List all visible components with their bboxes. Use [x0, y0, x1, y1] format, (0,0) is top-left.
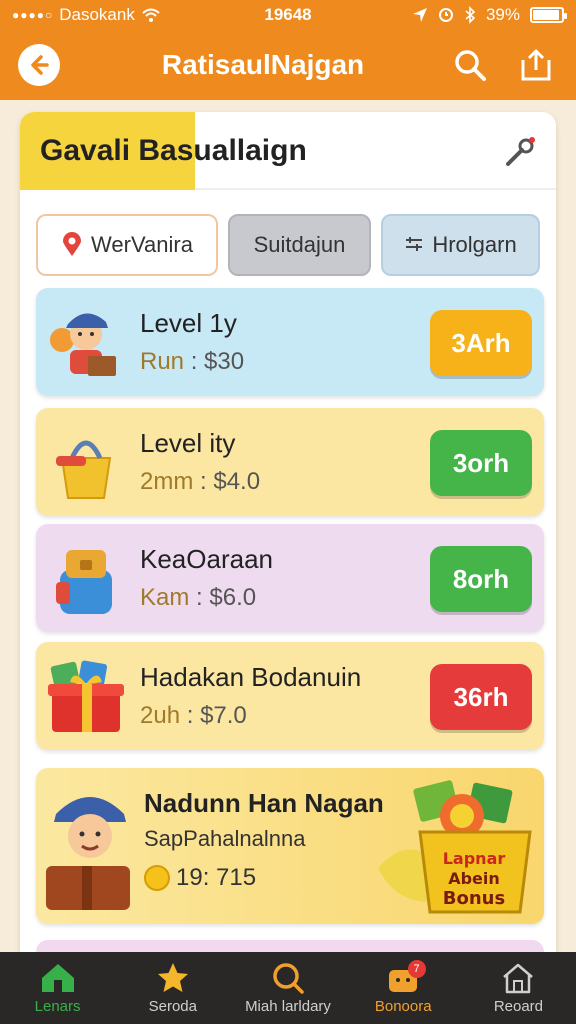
bucket-icon [56, 440, 112, 499]
item-name: KeaOaraan [140, 544, 273, 574]
location-pin-icon [63, 232, 82, 256]
home-icon [41, 963, 74, 992]
nav-item-profile[interactable]: Reoard [461, 952, 576, 1024]
back-button[interactable] [18, 44, 60, 86]
banner: Gavali Basuallaign [20, 112, 556, 190]
list-item[interactable]: Hadakan Bodanuin 2uh : $7.0 36rh [36, 642, 544, 750]
nav-item-bonus[interactable]: 7 Bonoora [346, 952, 461, 1024]
notification-badge: 7 [407, 960, 426, 978]
svg-text:Bonus: Bonus [443, 888, 505, 909]
nav-item-favorites[interactable]: Seroda [115, 952, 230, 1024]
status-time: 19648 [264, 5, 312, 24]
list-item[interactable]: Level ity 2mm : $4.0 3orh [36, 408, 544, 516]
item-action-button[interactable]: 3Arh [430, 310, 532, 376]
house-icon [503, 963, 534, 993]
svg-text:Lapnar: Lapnar [443, 849, 506, 868]
item-price: Run : $30 [140, 348, 245, 375]
location-filter-label: WerVanira [91, 232, 193, 257]
search-icon [273, 962, 304, 994]
item-price: 2mm : $4.0 [140, 468, 261, 495]
banner-title: Gavali Basuallaign [40, 134, 307, 167]
courier-character-icon [46, 797, 130, 910]
item-name: Hadakan Bodanuin [140, 662, 362, 692]
carrier-name: Dasokank [59, 5, 135, 24]
gift-box-icon [48, 660, 124, 732]
bluetooth-icon [465, 6, 476, 24]
svg-text:Abein: Abein [448, 869, 500, 888]
nav-item-search[interactable]: Miah larldary [230, 952, 345, 1024]
app-header: RatisaulNajgan [0, 30, 576, 100]
promo-title: Nadunn Han Nagan [144, 788, 384, 818]
share-button[interactable] [514, 43, 558, 87]
signal-icon: ●●●●○ [12, 8, 54, 22]
courier-character-icon [50, 313, 116, 376]
backpack-icon [56, 550, 112, 614]
promo-subtitle: SapPahalnalnna [144, 826, 306, 851]
sort-filter-label: Suitdajun [253, 232, 346, 257]
main-card: Gavali Basuallaign WerVanira Suitdajun H… [20, 112, 556, 972]
share-icon [521, 49, 551, 81]
nav-item-home[interactable]: Lenars [0, 952, 115, 1024]
options-filter-label: Hrolgarn [432, 232, 517, 257]
wrench-icon [506, 137, 535, 166]
battery-percent: 39% [485, 5, 520, 24]
coin-icon [144, 865, 170, 891]
battery-icon [530, 7, 567, 23]
list-item[interactable]: KeaOaraan Kam : $6.0 8orh [36, 524, 544, 632]
search-button[interactable] [448, 43, 492, 87]
item-name: Level 1y [140, 308, 237, 338]
item-price: 2uh : $7.0 [140, 702, 247, 729]
promo-timer: 19: 715 [144, 864, 256, 892]
item-action-button[interactable]: 8orh [430, 546, 532, 612]
arrow-left-icon [31, 55, 49, 75]
bonus-basket-icon: Lapnar Abein Bonus [378, 780, 532, 914]
item-action-button[interactable]: 3orh [430, 430, 532, 496]
filter-icon [406, 237, 423, 251]
wifi-icon [142, 8, 160, 22]
promo-card[interactable]: Nadunn Han Nagan SapPahalnalnna 19: 715 … [36, 768, 544, 924]
location-filter[interactable]: WerVanira [36, 214, 218, 276]
item-name: Level ity [140, 428, 236, 458]
page-title: RatisaulNajgan [161, 49, 365, 80]
filter-bar: WerVanira Suitdajun Hrolgarn [36, 214, 540, 276]
list-item[interactable]: Level 1y Run : $30 3Arh [36, 288, 544, 396]
alarm-icon [438, 8, 453, 22]
tools-button[interactable] [502, 134, 538, 170]
status-bar: ●●●●○ Dasokank 19648 39% [0, 0, 576, 30]
item-action-button[interactable]: 36rh [430, 664, 532, 730]
options-filter[interactable]: Hrolgarn [381, 214, 540, 276]
star-icon [157, 962, 188, 992]
item-price: Kam : $6.0 [140, 584, 257, 611]
search-icon [455, 50, 486, 81]
sort-filter[interactable]: Suitdajun [228, 214, 371, 276]
location-arrow-icon [412, 8, 427, 22]
bottom-nav: Lenars Seroda Miah larldary 7 Bonoora Re… [0, 952, 576, 1024]
